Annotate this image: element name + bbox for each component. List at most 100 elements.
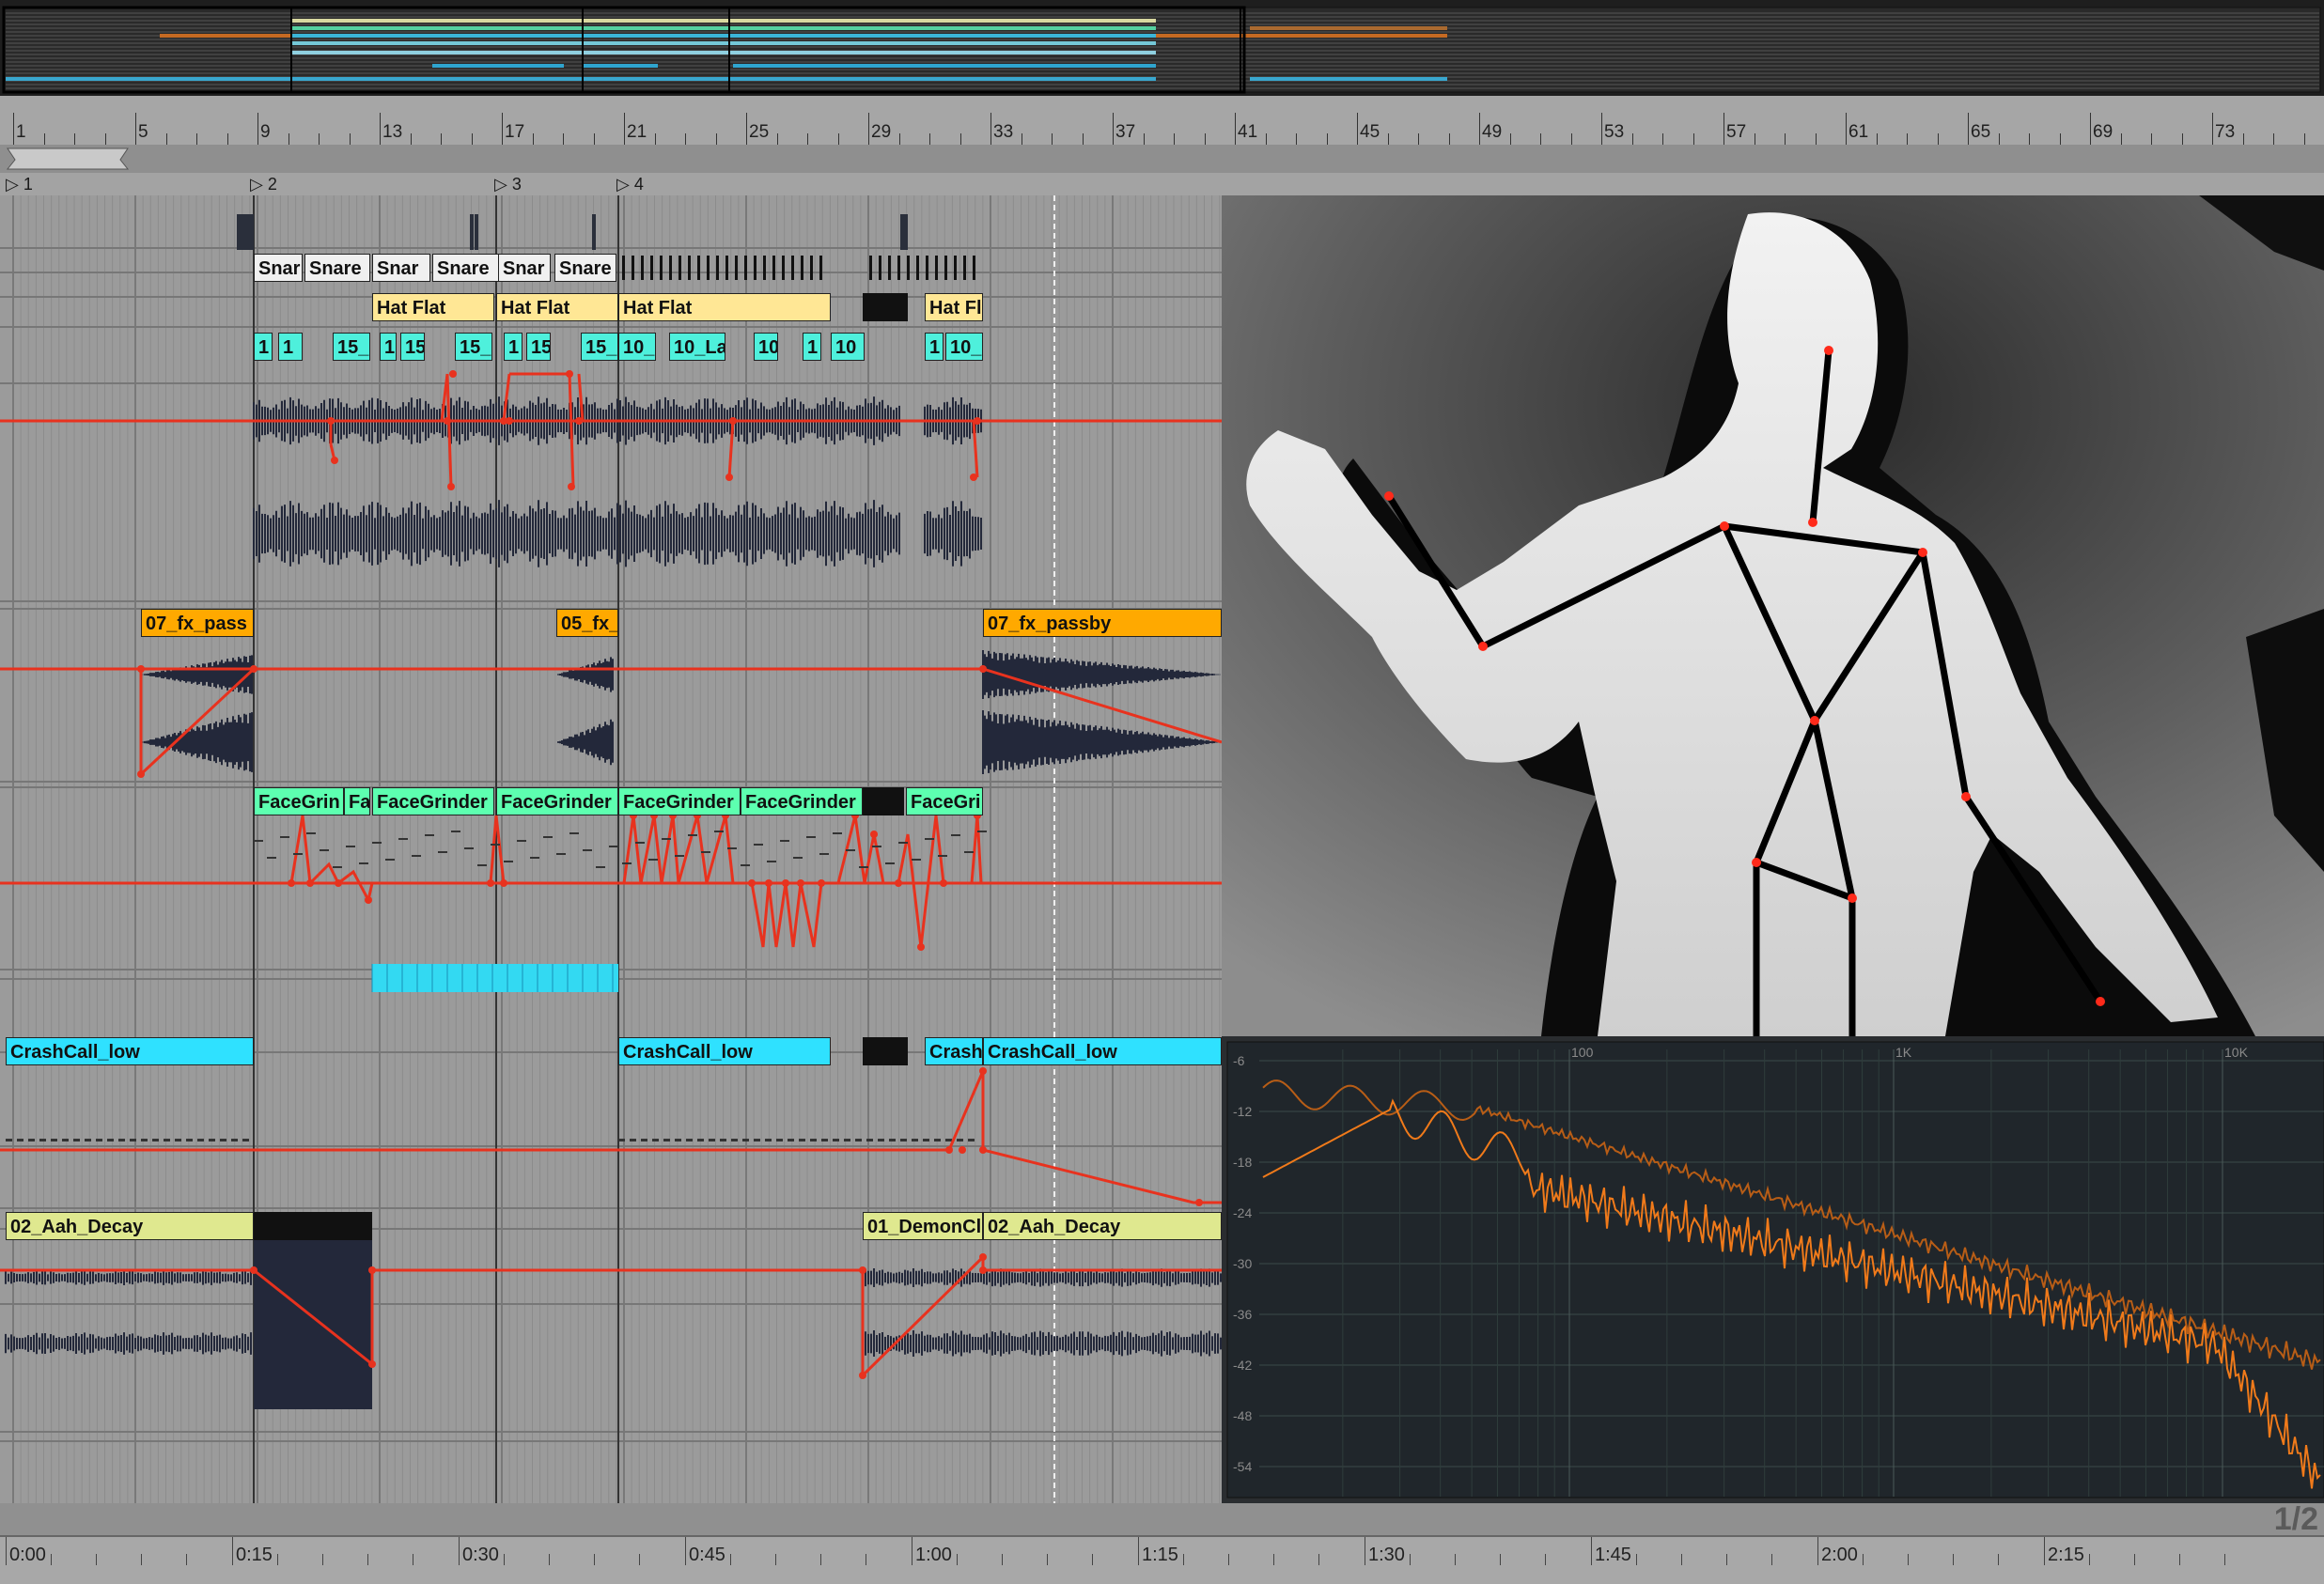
clip-face[interactable]: FaceGrinder (741, 787, 863, 815)
locator-4[interactable]: ▷ 4 (616, 175, 644, 194)
freq-label: 10K (2224, 1045, 2249, 1060)
bar-label: 41 (1238, 122, 1258, 142)
clip-perc[interactable]: 10_La (669, 333, 725, 361)
clip-snare[interactable]: Snare (304, 254, 370, 282)
bar-label: 21 (627, 122, 647, 142)
bar-label: 9 (260, 122, 271, 142)
time-subtick (1183, 1554, 1184, 1565)
clip-snare[interactable]: Snare (432, 254, 500, 282)
time-subtick (2179, 1554, 2180, 1565)
time-label: 2:15 (2048, 1545, 2084, 1565)
bar-label: 53 (1604, 122, 1625, 142)
clip-hat[interactable]: Hat Fl (925, 293, 983, 321)
clip-perc[interactable]: 1 (254, 333, 273, 361)
clip-crash[interactable]: CrashCall_low (618, 1037, 831, 1065)
clip-snare[interactable]: Snar (372, 254, 430, 282)
bar-subtick (471, 133, 473, 145)
clip-crash[interactable]: Crash (925, 1037, 983, 1065)
locator-1[interactable]: ▷ 1 (6, 175, 33, 194)
arrangement-overview[interactable] (0, 0, 2324, 96)
clip-perc[interactable]: 10_ (945, 333, 983, 361)
locator-label: 3 (511, 175, 522, 194)
bar-subtick (1418, 133, 1419, 145)
time-subtick (1002, 1554, 1003, 1565)
clip-aah[interactable]: 02_Aah_Decay (6, 1212, 254, 1240)
clip-perc[interactable]: 1 (504, 333, 523, 361)
clip-aah[interactable]: 02_Aah_Decay (983, 1212, 1222, 1240)
clip-perc[interactable]: 1 (925, 333, 944, 361)
time-subtick (51, 1554, 52, 1565)
time-subtick (1545, 1554, 1546, 1565)
bar-ruler[interactable]: 1 5 9 13 17 21 25 29 33 37 41 45 49 53 57 61 65 69 73 (0, 96, 2324, 146)
clip-face[interactable]: FaceGri (906, 787, 983, 815)
time-subtick (367, 1554, 368, 1565)
time-subtick (1863, 1554, 1864, 1565)
locator-label: 4 (633, 175, 644, 194)
clip-snare[interactable]: Snar (254, 254, 303, 282)
bar-label: 57 (1726, 122, 1747, 142)
arrangement-view[interactable]: Snar Snare Snar Snare Snar Snare Hat Flat Hat F… (0, 195, 1222, 1503)
clip-snare[interactable]: Snare (554, 254, 616, 282)
clip-face[interactable]: FaceGrin (254, 787, 344, 815)
scroll-track[interactable] (0, 1503, 2324, 1537)
time-subtick (141, 1554, 142, 1565)
clip-perc[interactable]: 15_ (333, 333, 370, 361)
time-subtick (1908, 1554, 1909, 1565)
bar-subtick (165, 133, 167, 145)
time-subtick (277, 1554, 278, 1565)
clip-fx[interactable]: 07_fx_pass (141, 609, 254, 637)
time-label: 0:15 (236, 1545, 273, 1565)
time-subtick (775, 1554, 776, 1565)
bar-subtick (593, 133, 595, 145)
clip-perc[interactable]: 15 (400, 333, 425, 361)
clip-hat[interactable]: Hat Flat (618, 293, 831, 321)
bar-subtick (1815, 133, 1817, 145)
clip-perc[interactable]: 10 (754, 333, 778, 361)
bar-label: 69 (2093, 122, 2113, 142)
time-tick (1591, 1537, 1592, 1565)
bar-subtick (2029, 133, 2030, 145)
clip-face[interactable]: FaceGrinder (372, 787, 494, 815)
clip-perc[interactable]: 1 (803, 333, 821, 361)
locator-bar[interactable]: ▷ 1 ▷ 2 ▷ 3 ▷ 4 (0, 173, 2324, 195)
bar-subtick (349, 133, 351, 145)
clip-face[interactable]: FaceGrinder (496, 787, 618, 815)
clip-fx[interactable]: 07_fx_passby (983, 609, 1222, 637)
clip-hat[interactable]: Hat Flat (372, 293, 494, 321)
clip-perc[interactable]: 1 (380, 333, 397, 361)
locator-label: 2 (267, 175, 277, 194)
bar-subtick (1937, 133, 1939, 145)
clip-perc[interactable]: 15 (526, 333, 551, 361)
time-subtick (1500, 1554, 1501, 1565)
clip-face[interactable]: FaceGrinder (618, 787, 741, 815)
clip-aah[interactable]: 01_DemonCl (863, 1212, 983, 1240)
locator-2[interactable]: ▷ 2 (250, 175, 277, 194)
time-subtick (1998, 1554, 1999, 1565)
time-subtick (820, 1554, 821, 1565)
clip-crash[interactable]: CrashCall_low (6, 1037, 254, 1065)
bar-subtick (2242, 133, 2244, 145)
clip-crash[interactable]: CrashCall_low (983, 1037, 1222, 1065)
clip-perc[interactable]: 10 (831, 333, 865, 361)
time-label: 1:15 (1142, 1545, 1178, 1565)
time-subtick (1228, 1554, 1229, 1565)
time-subtick (1953, 1554, 1954, 1565)
time-ruler[interactable]: 1/2 0:00 0:15 0:30 0:45 1:00 1:15 1:30 1:45 2:00… (0, 1501, 2324, 1584)
clip-perc[interactable]: 1 (278, 333, 303, 361)
clip-hat[interactable]: Hat Flat (496, 293, 618, 321)
clip-perc[interactable]: 15_ (581, 333, 618, 361)
clip-face[interactable]: Fa (344, 787, 370, 815)
locator-3[interactable]: ▷ 3 (494, 175, 522, 194)
loop-brace[interactable] (6, 148, 130, 170)
bar-subtick (959, 133, 961, 145)
clip-perc[interactable]: 15_ (455, 333, 492, 361)
clip-perc[interactable]: 10_ (618, 333, 656, 361)
spectrum-plot: -6-12-18-24-30-36-42-48-54-60-661001K10K (1226, 1041, 2324, 1576)
bar-label: 61 (1848, 122, 1869, 142)
locator-label: 1 (23, 175, 33, 194)
clip-fx[interactable]: 05_fx_ (556, 609, 618, 637)
clip-snare[interactable]: Snar (498, 254, 551, 282)
bar-label: 37 (1115, 122, 1136, 142)
loop-bar[interactable] (0, 145, 2324, 173)
page-indicator: 1/2 (2273, 1501, 2318, 1537)
